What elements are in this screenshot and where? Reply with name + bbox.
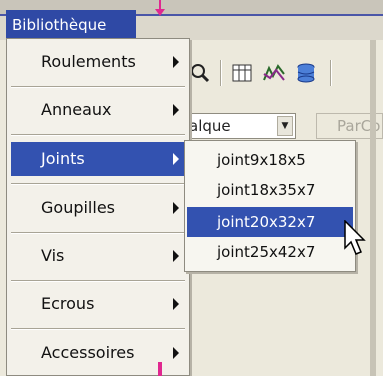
submenu-item-label: joint20x32x7 xyxy=(217,213,316,231)
chevron-right-icon xyxy=(173,104,179,116)
menu-separator xyxy=(11,232,185,234)
submenu-item-joint20x32x7[interactable]: joint20x32x7 xyxy=(187,207,353,237)
chevron-right-icon xyxy=(173,347,179,359)
menu-item-vis[interactable]: Vis xyxy=(11,239,185,273)
menu-item-label: Roulements xyxy=(41,52,136,71)
toolbar xyxy=(180,52,383,96)
menu-separator xyxy=(11,328,185,330)
submenu-item-joint9x18x5[interactable]: joint9x18x5 xyxy=(187,145,353,175)
menu-separator xyxy=(11,134,185,136)
menu-item-label: Anneaux xyxy=(41,100,112,119)
menu-item-label: Vis xyxy=(41,246,65,265)
menubar-bibliotheque[interactable]: Bibliothèque xyxy=(6,10,136,40)
search-icon[interactable] xyxy=(186,58,214,88)
submenu-item-joint18x35x7[interactable]: joint18x35x7 xyxy=(187,175,353,205)
style-combobox[interactable]: alque ▼ xyxy=(186,113,296,139)
chevron-right-icon xyxy=(173,202,179,214)
menu-item-label: Goupilles xyxy=(41,198,115,217)
submenu-item-joint25x42x7[interactable]: joint25x42x7 xyxy=(187,237,353,267)
menu-item-label: Ecrous xyxy=(41,294,95,313)
menu-separator xyxy=(11,183,185,185)
arrow-down-icon xyxy=(155,0,165,16)
menu-separator xyxy=(11,280,185,282)
database-icon[interactable] xyxy=(292,58,320,88)
joints-submenu: joint9x18x5 joint18x35x7 joint20x32x7 jo… xyxy=(184,140,356,272)
right-scrollbar xyxy=(370,40,376,376)
menu-separator xyxy=(11,86,185,88)
mouse-pointer-icon xyxy=(344,220,366,255)
bibliotheque-menu: Roulements Anneaux Joints Goupilles Vis … xyxy=(6,38,190,376)
chevron-right-icon xyxy=(173,298,179,310)
menu-item-label: Joints xyxy=(41,149,85,168)
submenu-item-label: joint9x18x5 xyxy=(217,151,306,169)
menu-item-anneaux[interactable]: Anneaux xyxy=(11,93,185,127)
grid-icon[interactable] xyxy=(228,58,256,88)
menu-item-roulements[interactable]: Roulements xyxy=(11,45,185,79)
chevron-down-icon[interactable]: ▼ xyxy=(277,116,293,136)
pink-marker xyxy=(158,362,162,376)
submenu-item-label: joint18x35x7 xyxy=(217,181,316,199)
plot-icon[interactable] xyxy=(260,58,288,88)
menu-item-ecrous[interactable]: Ecrous xyxy=(11,287,185,321)
chevron-right-icon xyxy=(173,56,179,68)
style-combobox-value: alque xyxy=(189,117,231,135)
submenu-item-label: joint25x42x7 xyxy=(217,243,316,261)
chevron-right-icon xyxy=(173,153,179,165)
menu-item-joints[interactable]: Joints xyxy=(11,142,185,176)
menu-item-goupilles[interactable]: Goupilles xyxy=(11,191,185,225)
menu-item-label: Accessoires xyxy=(41,343,135,362)
chevron-right-icon xyxy=(173,250,179,262)
